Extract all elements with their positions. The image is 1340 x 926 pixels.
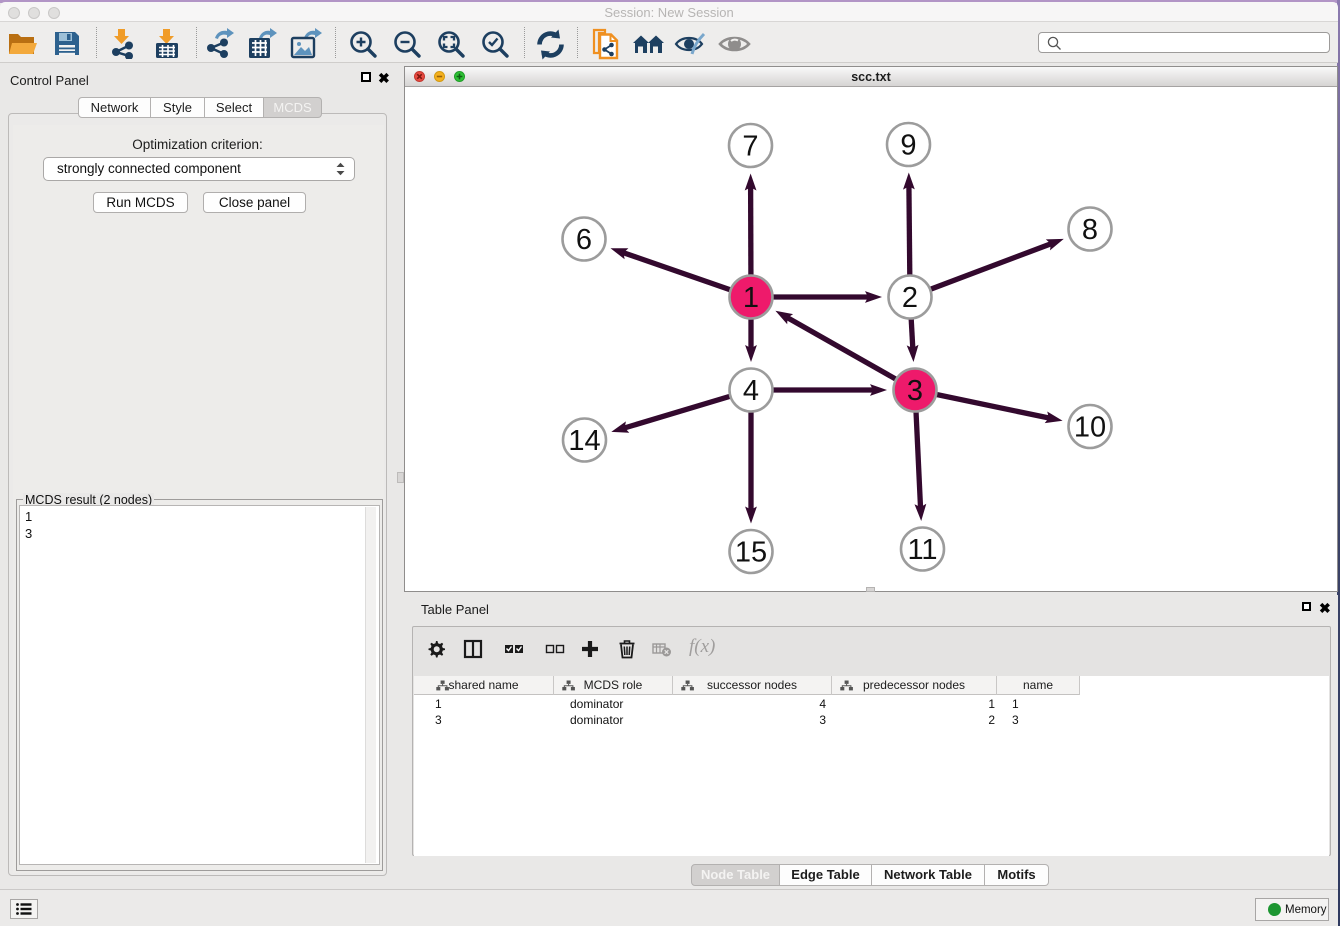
svg-text:3: 3	[907, 375, 923, 407]
svg-text:1: 1	[743, 282, 759, 314]
svg-text:14: 14	[568, 425, 600, 457]
svg-text:9: 9	[900, 130, 916, 162]
svg-text:4: 4	[743, 375, 759, 407]
svg-text:6: 6	[576, 224, 592, 256]
svg-text:10: 10	[1074, 412, 1106, 444]
svg-text:8: 8	[1082, 214, 1098, 246]
svg-text:11: 11	[907, 534, 937, 566]
svg-text:7: 7	[742, 131, 758, 163]
svg-text:15: 15	[735, 537, 767, 569]
svg-text:2: 2	[902, 282, 918, 314]
